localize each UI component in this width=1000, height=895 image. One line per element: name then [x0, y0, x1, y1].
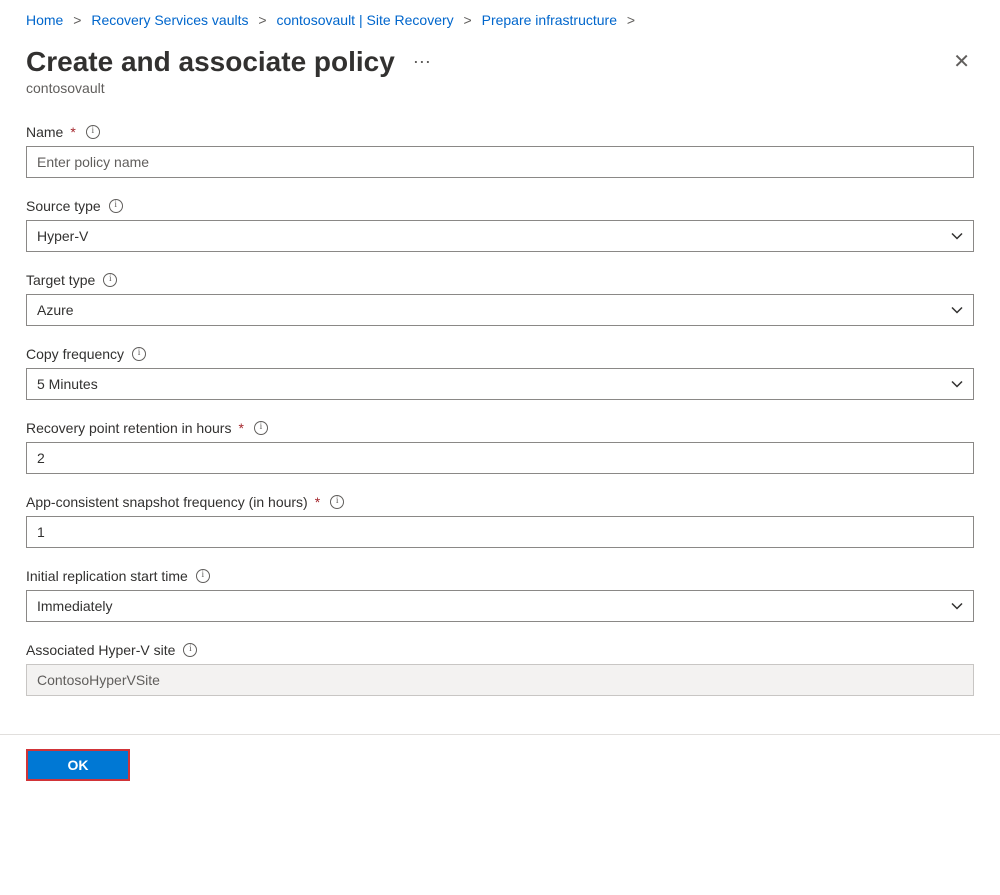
copy-frequency-label: Copy frequency: [26, 346, 124, 362]
chevron-right-icon: >: [258, 12, 266, 28]
ok-button[interactable]: OK: [28, 751, 128, 779]
snapshot-label: App-consistent snapshot frequency (in ho…: [26, 494, 308, 510]
target-type-select[interactable]: Azure: [26, 294, 974, 326]
breadcrumb-vaults[interactable]: Recovery Services vaults: [91, 12, 248, 28]
associated-site-field: ContosoHyperVSite: [26, 664, 974, 696]
name-input[interactable]: [26, 146, 974, 178]
breadcrumb-prepare[interactable]: Prepare infrastructure: [482, 12, 617, 28]
chevron-right-icon: >: [627, 12, 635, 28]
required-asterisk: *: [315, 494, 320, 510]
breadcrumb-home[interactable]: Home: [26, 12, 63, 28]
target-type-value: Azure: [37, 302, 74, 318]
chevron-down-icon: [951, 600, 963, 612]
retention-input[interactable]: [26, 442, 974, 474]
page-subtitle: contosovault: [26, 80, 974, 96]
associated-site-label: Associated Hyper-V site: [26, 642, 175, 658]
chevron-right-icon: >: [464, 12, 472, 28]
ok-button-highlight: OK: [26, 749, 130, 781]
target-type-label: Target type: [26, 272, 95, 288]
source-type-select[interactable]: Hyper-V: [26, 220, 974, 252]
close-icon[interactable]: ✕: [949, 48, 974, 76]
info-icon[interactable]: i: [109, 199, 123, 213]
chevron-down-icon: [951, 230, 963, 242]
chevron-down-icon: [951, 378, 963, 390]
chevron-right-icon: >: [73, 12, 81, 28]
name-label: Name: [26, 124, 63, 140]
required-asterisk: *: [70, 124, 75, 140]
source-type-label: Source type: [26, 198, 101, 214]
breadcrumb-vault[interactable]: contosovault | Site Recovery: [276, 12, 453, 28]
page-header: Create and associate policy ⋯ ✕: [26, 46, 974, 78]
copy-frequency-select[interactable]: 5 Minutes: [26, 368, 974, 400]
info-icon[interactable]: i: [183, 643, 197, 657]
source-type-value: Hyper-V: [37, 228, 88, 244]
initial-replication-value: Immediately: [37, 598, 112, 614]
info-icon[interactable]: i: [132, 347, 146, 361]
associated-site-value: ContosoHyperVSite: [37, 672, 160, 688]
info-icon[interactable]: i: [86, 125, 100, 139]
more-icon[interactable]: ⋯: [413, 52, 432, 73]
page-footer: OK: [0, 734, 1000, 801]
breadcrumb: Home > Recovery Services vaults > contos…: [26, 0, 974, 46]
chevron-down-icon: [951, 304, 963, 316]
info-icon[interactable]: i: [103, 273, 117, 287]
initial-replication-select[interactable]: Immediately: [26, 590, 974, 622]
info-icon[interactable]: i: [196, 569, 210, 583]
retention-label: Recovery point retention in hours: [26, 420, 231, 436]
copy-frequency-value: 5 Minutes: [37, 376, 98, 392]
info-icon[interactable]: i: [254, 421, 268, 435]
info-icon[interactable]: i: [330, 495, 344, 509]
page-title: Create and associate policy: [26, 46, 395, 78]
snapshot-input[interactable]: [26, 516, 974, 548]
initial-replication-label: Initial replication start time: [26, 568, 188, 584]
required-asterisk: *: [238, 420, 243, 436]
